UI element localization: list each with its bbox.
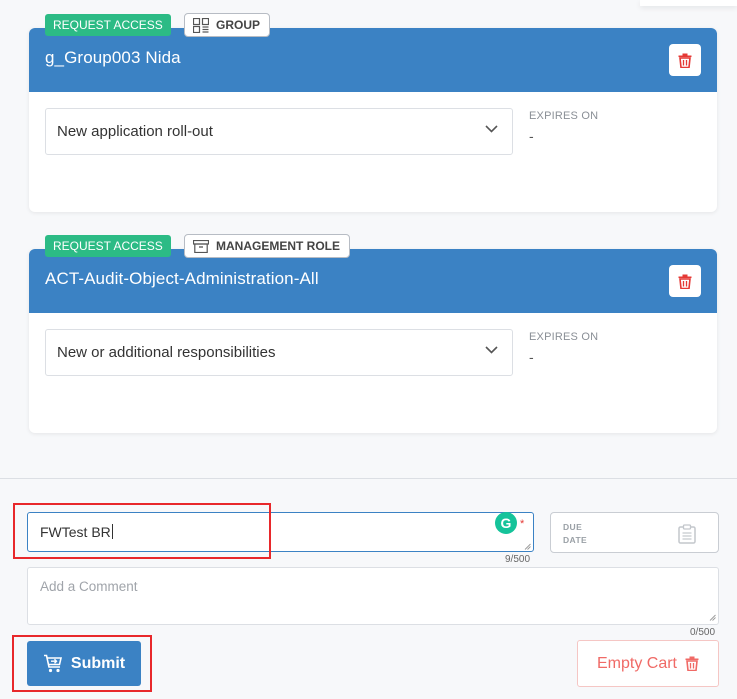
top-right-panel-edge bbox=[640, 0, 737, 6]
comment-textarea[interactable]: Add a Comment bbox=[27, 567, 719, 625]
remove-item-button[interactable] bbox=[669, 44, 701, 76]
trash-icon bbox=[685, 656, 699, 671]
reason-select-value: New or additional responsibilities bbox=[57, 344, 276, 361]
annotation-highlight-submit bbox=[12, 635, 152, 692]
resize-handle-icon[interactable] bbox=[524, 543, 531, 550]
comment-char-counter: 0/500 bbox=[690, 627, 716, 638]
annotation-highlight-justification bbox=[13, 503, 271, 559]
item-type-label: GROUP bbox=[216, 18, 261, 32]
expires-on-value: - bbox=[529, 128, 534, 144]
resize-handle-icon[interactable] bbox=[709, 614, 716, 621]
due-date-label: DUE DATE bbox=[563, 522, 588, 545]
empty-cart-label: Empty Cart bbox=[596, 654, 677, 672]
empty-cart-button[interactable]: Empty Cart bbox=[577, 640, 719, 687]
reason-select[interactable]: New or additional responsibilities bbox=[45, 329, 513, 376]
required-marker: * bbox=[520, 518, 525, 530]
chevron-down-icon bbox=[485, 346, 498, 354]
expires-on-value: - bbox=[529, 349, 534, 365]
cart-item-title: ACT-Audit-Object-Administration-All bbox=[45, 269, 319, 288]
comment-placeholder: Add a Comment bbox=[40, 579, 138, 594]
justification-char-counter: 9/500 bbox=[505, 554, 531, 565]
cart-item-header: ACT-Audit-Object-Administration-All bbox=[29, 249, 717, 313]
cart-item-header: g_Group003 Nida bbox=[29, 28, 717, 92]
section-divider bbox=[0, 478, 737, 479]
cart-item-card-1: g_Group003 Nida New application roll-out… bbox=[29, 28, 717, 212]
request-access-badge: REQUEST ACCESS bbox=[45, 14, 171, 36]
grammarly-icon[interactable]: G bbox=[495, 512, 517, 534]
reason-select-value: New application roll-out bbox=[57, 123, 213, 140]
remove-item-button[interactable] bbox=[669, 265, 701, 297]
due-date-picker[interactable]: DUE DATE bbox=[550, 512, 719, 553]
reason-select[interactable]: New application roll-out bbox=[45, 108, 513, 155]
trash-icon bbox=[678, 53, 692, 68]
expires-on-label: EXPIRES ON bbox=[529, 110, 599, 122]
expires-on-label: EXPIRES ON bbox=[529, 331, 599, 343]
clipboard-calendar-icon[interactable] bbox=[678, 524, 696, 544]
archive-box-icon bbox=[193, 239, 209, 253]
trash-icon bbox=[678, 274, 692, 289]
item-type-badge: GROUP bbox=[184, 13, 271, 37]
request-access-badge: REQUEST ACCESS bbox=[45, 235, 171, 257]
item-type-label: MANAGEMENT ROLE bbox=[216, 239, 340, 253]
cart-item-title: g_Group003 Nida bbox=[45, 48, 181, 67]
group-icon bbox=[193, 17, 209, 33]
item-type-badge: MANAGEMENT ROLE bbox=[184, 234, 350, 258]
cart-item-card-2: ACT-Audit-Object-Administration-All New … bbox=[29, 249, 717, 433]
chevron-down-icon bbox=[485, 125, 498, 133]
